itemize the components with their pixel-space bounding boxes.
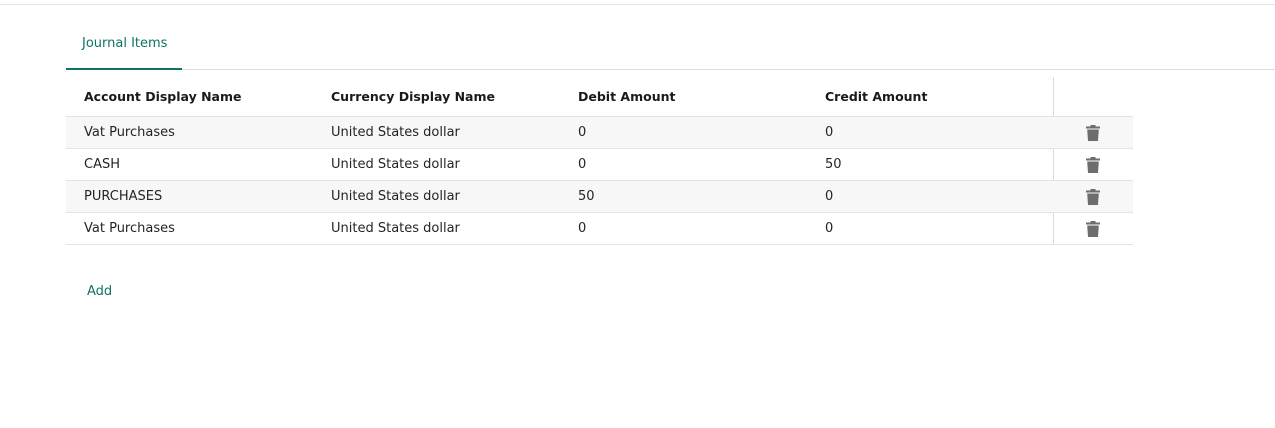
tab-journal-items[interactable]: Journal Items bbox=[66, 22, 182, 70]
credit-cell[interactable]: 0 bbox=[825, 181, 833, 212]
table-row: CASH United States dollar 0 50 bbox=[66, 149, 1133, 181]
column-header-account: Account Display Name bbox=[84, 89, 242, 104]
currency-cell[interactable]: United States dollar bbox=[331, 149, 460, 180]
table-row: PURCHASES United States dollar 50 0 bbox=[66, 181, 1133, 213]
journal-items-table: Account Display Name Currency Display Na… bbox=[66, 77, 1133, 245]
credit-cell[interactable]: 0 bbox=[825, 213, 833, 244]
credit-cell[interactable]: 50 bbox=[825, 149, 842, 180]
delete-row-button[interactable] bbox=[1076, 149, 1110, 180]
top-border bbox=[0, 0, 1275, 5]
currency-cell[interactable]: United States dollar bbox=[331, 181, 460, 212]
debit-cell[interactable]: 0 bbox=[578, 213, 586, 244]
tab-bar: Journal Items bbox=[66, 22, 1275, 70]
trash-icon bbox=[1086, 156, 1100, 173]
column-header-credit: Credit Amount bbox=[825, 89, 928, 104]
debit-cell[interactable]: 50 bbox=[578, 181, 595, 212]
delete-row-button[interactable] bbox=[1076, 181, 1110, 212]
trash-icon bbox=[1086, 188, 1100, 205]
credit-cell[interactable]: 0 bbox=[825, 117, 833, 148]
trash-icon bbox=[1086, 220, 1100, 237]
table-row: Vat Purchases United States dollar 0 0 bbox=[66, 117, 1133, 149]
debit-cell[interactable]: 0 bbox=[578, 149, 586, 180]
column-header-debit: Debit Amount bbox=[578, 89, 676, 104]
debit-cell[interactable]: 0 bbox=[578, 117, 586, 148]
currency-cell[interactable]: United States dollar bbox=[331, 117, 460, 148]
trash-icon bbox=[1086, 124, 1100, 141]
account-cell[interactable]: PURCHASES bbox=[84, 181, 162, 212]
delete-row-button[interactable] bbox=[1076, 213, 1110, 244]
account-cell[interactable]: Vat Purchases bbox=[84, 213, 175, 244]
currency-cell[interactable]: United States dollar bbox=[331, 213, 460, 244]
add-row-link[interactable]: Add bbox=[87, 284, 112, 299]
account-cell[interactable]: Vat Purchases bbox=[84, 117, 175, 148]
tab-label: Journal Items bbox=[82, 36, 168, 51]
delete-row-button[interactable] bbox=[1076, 117, 1110, 148]
account-cell[interactable]: CASH bbox=[84, 149, 120, 180]
table-header-row: Account Display Name Currency Display Na… bbox=[66, 77, 1133, 117]
table-row: Vat Purchases United States dollar 0 0 bbox=[66, 213, 1133, 245]
column-header-currency: Currency Display Name bbox=[331, 89, 495, 104]
